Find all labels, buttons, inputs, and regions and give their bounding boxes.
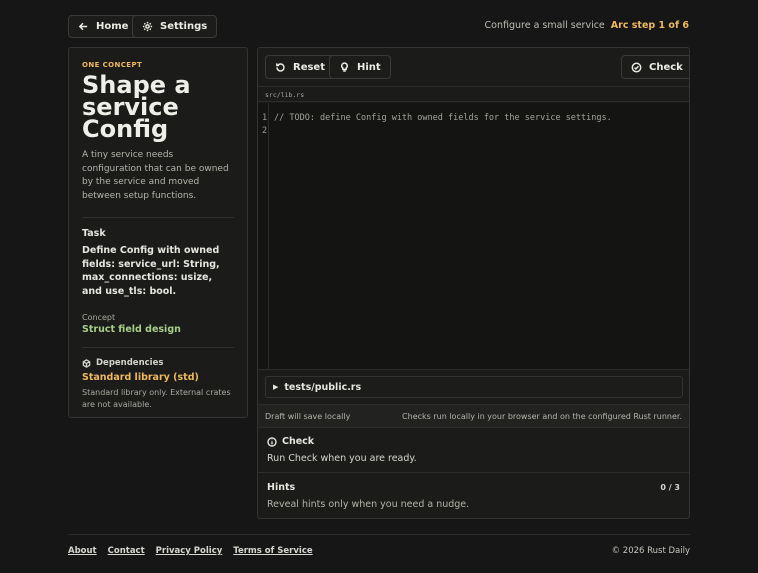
hints-message: Reveal hints only when you need a nudge. bbox=[267, 499, 470, 510]
footer-link-terms[interactable]: Terms of Service bbox=[233, 546, 312, 556]
check-button-label: Check bbox=[649, 61, 683, 73]
check-button[interactable]: Check bbox=[621, 55, 689, 79]
task-text: Define Config with owned fields: service… bbox=[82, 245, 220, 297]
hints-section: Hints 0 / 3 Reveal hints only when you n… bbox=[258, 474, 689, 518]
check-message: Run Check when you are ready. bbox=[267, 453, 417, 464]
footer-divider bbox=[68, 534, 690, 535]
file-tab[interactable]: src/lib.rs bbox=[258, 87, 689, 102]
reset-icon bbox=[276, 62, 285, 72]
footer-link-about[interactable]: About bbox=[68, 546, 97, 556]
caret-right-icon: ▶ bbox=[273, 383, 279, 391]
arc-status-text: Configure a small service bbox=[484, 20, 605, 31]
dependencies-value: Standard library (std) bbox=[82, 372, 199, 383]
divider bbox=[82, 217, 234, 218]
workspace-panel: Reset Hint Check src/lib.rs 1 2 // TODO:… bbox=[257, 47, 690, 519]
footer-link-contact[interactable]: Contact bbox=[108, 546, 145, 556]
line-gutter: 1 2 bbox=[258, 103, 269, 369]
footer-links: About Contact Privacy Policy Terms of Se… bbox=[68, 546, 313, 556]
lesson-eyebrow: ONE CONCEPT bbox=[82, 61, 143, 69]
package-icon bbox=[82, 358, 91, 368]
check-heading: Check bbox=[267, 436, 680, 447]
arc-progress: Configure a small service Arc step 1 of 6 bbox=[485, 20, 689, 31]
line-number: 2 bbox=[262, 126, 268, 136]
settings-button-label: Settings bbox=[160, 21, 208, 32]
hint-button[interactable]: Hint bbox=[329, 55, 391, 79]
arc-step-indicator: Arc step 1 of 6 bbox=[610, 20, 689, 31]
settings-button[interactable]: Settings bbox=[132, 15, 218, 38]
concept-label: Concept bbox=[82, 313, 116, 322]
editor-toolbar: Reset Hint Check bbox=[258, 48, 689, 87]
lightbulb-icon bbox=[341, 61, 348, 72]
reset-button-label: Reset bbox=[293, 61, 325, 73]
code-line[interactable]: // TODO: define Config with owned fields… bbox=[274, 113, 612, 123]
divider bbox=[82, 347, 234, 348]
footer-link-privacy[interactable]: Privacy Policy bbox=[156, 546, 223, 556]
lesson-card: ONE CONCEPT Shape a service Config A tin… bbox=[68, 47, 248, 418]
home-button[interactable]: Home bbox=[68, 15, 139, 38]
check-circle-icon bbox=[631, 62, 642, 72]
code-editor[interactable]: 1 2 // TODO: define Config with owned fi… bbox=[258, 103, 689, 370]
concept-value: Struct field design bbox=[82, 324, 181, 335]
gear-icon bbox=[142, 21, 153, 32]
hint-button-label: Hint bbox=[357, 61, 381, 73]
hints-count: 0 / 3 bbox=[660, 483, 680, 492]
tests-file-label: tests/public.rs bbox=[284, 381, 362, 393]
hints-title: Hints bbox=[267, 482, 296, 493]
arrow-left-icon bbox=[78, 22, 88, 31]
runner-note: Checks run locally in your browser and o… bbox=[402, 411, 682, 421]
dependencies-heading: Dependencies bbox=[82, 358, 234, 368]
info-icon bbox=[267, 436, 277, 447]
dependencies-note: Standard library only. External crates a… bbox=[82, 388, 231, 409]
lesson-description: A tiny service needs configuration that … bbox=[82, 150, 229, 201]
line-number: 1 bbox=[262, 113, 268, 123]
task-label: Task bbox=[82, 228, 106, 239]
home-button-label: Home bbox=[96, 21, 129, 32]
reset-button[interactable]: Reset bbox=[265, 55, 335, 79]
draft-status: Draft will save locally bbox=[265, 411, 351, 421]
copyright: © 2026 Rust Daily bbox=[611, 546, 690, 556]
lesson-title: Shape a service Config bbox=[82, 71, 191, 143]
check-title: Check bbox=[282, 436, 315, 447]
status-strip: Draft will save locally Checks run local… bbox=[258, 404, 689, 428]
tests-toggle[interactable]: ▶ tests/public.rs bbox=[265, 376, 683, 398]
check-section: Check Run Check when you are ready. bbox=[258, 428, 689, 473]
dependencies-label: Dependencies bbox=[96, 358, 164, 368]
